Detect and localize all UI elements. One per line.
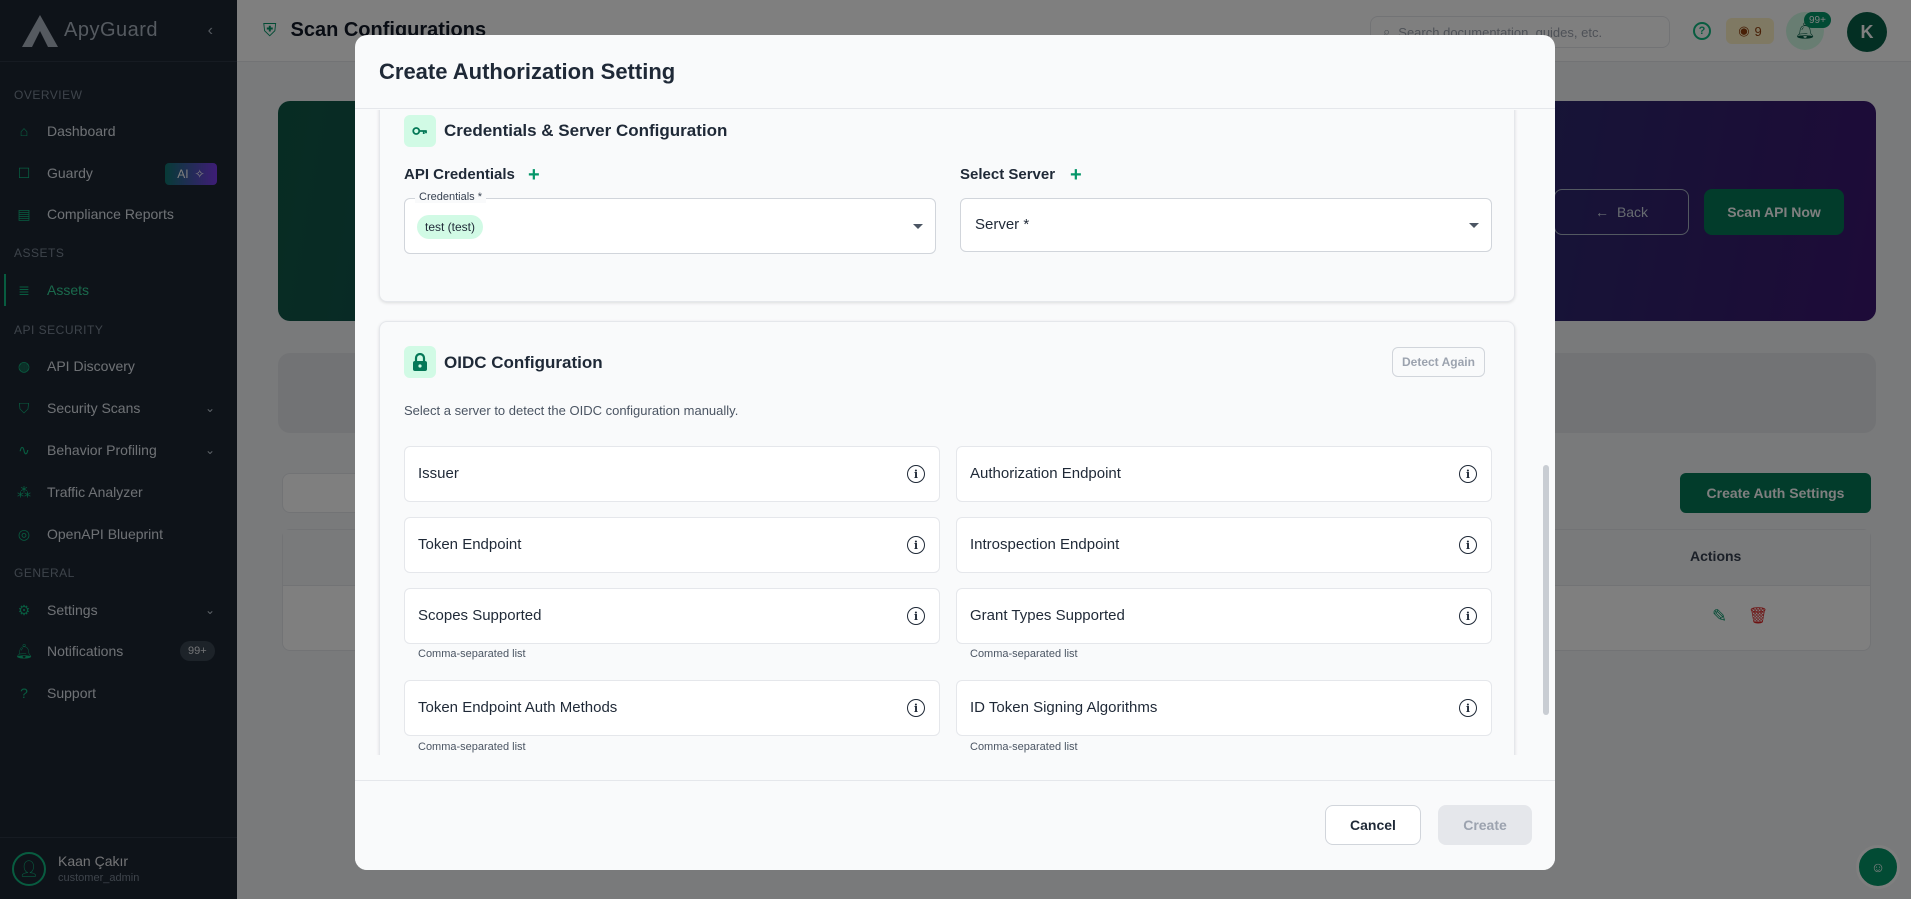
field-label: Introspection Endpoint [970,536,1120,553]
authorization-endpoint-field[interactable]: Authorization Endpoint i [956,446,1492,502]
api-credentials-label: API Credentials [404,166,515,183]
token-endpoint-field[interactable]: Token Endpoint i [404,517,940,573]
create-authorization-modal: Create Authorization Setting Credentials… [355,35,1555,870]
field-label: Grant Types Supported [970,607,1125,624]
credentials-select[interactable]: Credentials * test (test) [404,191,936,254]
create-button[interactable]: Create [1438,805,1532,845]
id-token-signing-algorithms-field[interactable]: ID Token Signing Algorithms i [956,680,1492,736]
key-icon [404,115,436,147]
info-icon[interactable]: i [1459,536,1477,554]
add-credentials-icon[interactable]: + [528,165,540,185]
info-icon[interactable]: i [907,536,925,554]
selected-credential-chip[interactable]: test (test) [417,215,484,239]
credentials-server-card: Credentials & Server Configuration API C… [379,110,1515,302]
comma-hint: Comma-separated list [418,741,526,753]
field-label: ID Token Signing Algorithms [970,699,1158,716]
server-select[interactable]: Server * [960,198,1492,252]
modal-body: Credentials & Server Configuration API C… [355,110,1555,755]
modal-title: Create Authorization Setting [355,35,1555,109]
info-icon[interactable]: i [907,465,925,483]
modal-scrollbar[interactable] [1543,465,1549,715]
grant-types-supported-field[interactable]: Grant Types Supported i [956,588,1492,644]
info-icon[interactable]: i [1459,607,1477,625]
token-endpoint-auth-methods-field[interactable]: Token Endpoint Auth Methods i [404,680,940,736]
credentials-legend: Credentials * [415,191,486,203]
comma-hint: Comma-separated list [970,648,1078,660]
info-icon[interactable]: i [907,607,925,625]
issuer-field[interactable]: Issuer i [404,446,940,502]
credentials-section-title: Credentials & Server Configuration [444,121,728,140]
dropdown-caret-icon [913,224,923,229]
dropdown-caret-icon [1469,223,1479,228]
introspection-endpoint-field[interactable]: Introspection Endpoint i [956,517,1492,573]
comma-hint: Comma-separated list [418,648,526,660]
server-placeholder: Server * [975,216,1030,233]
scopes-supported-field[interactable]: Scopes Supported i [404,588,940,644]
cancel-button[interactable]: Cancel [1325,805,1421,845]
select-server-label: Select Server [960,166,1056,183]
field-label: Authorization Endpoint [970,465,1121,482]
field-label: Token Endpoint [418,536,522,553]
info-icon[interactable]: i [1459,465,1477,483]
field-label: Scopes Supported [418,607,542,624]
info-icon[interactable]: i [907,699,925,717]
comma-hint: Comma-separated list [970,741,1078,753]
field-label: Issuer [418,465,459,482]
oidc-section-title: OIDC Configuration [444,353,603,372]
lock-icon [404,346,436,378]
oidc-configuration-card: OIDC Configuration Detect Again Select a… [379,321,1515,755]
detect-again-button[interactable]: Detect Again [1392,347,1485,377]
info-icon[interactable]: i [1459,699,1477,717]
field-label: Token Endpoint Auth Methods [418,699,618,716]
oidc-description: Select a server to detect the OIDC confi… [404,403,739,418]
add-server-icon[interactable]: + [1070,165,1082,185]
